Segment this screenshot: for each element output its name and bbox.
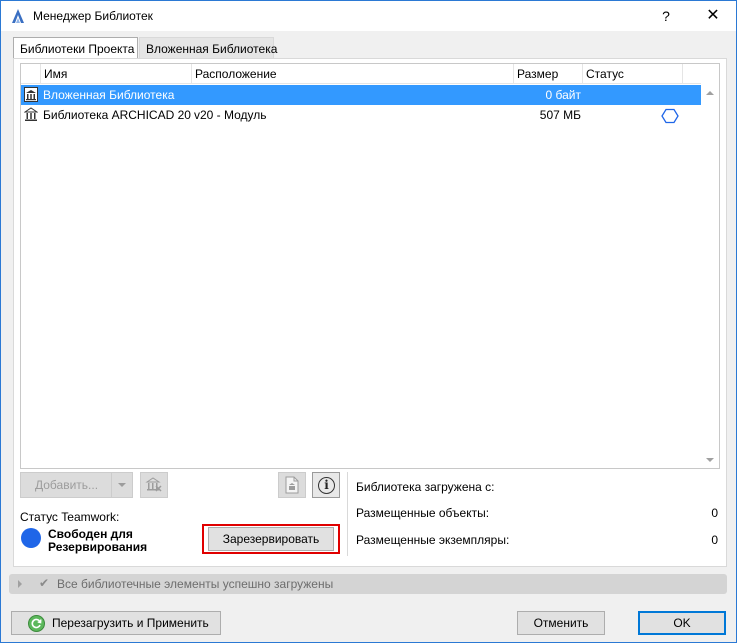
column-header-filler — [682, 64, 701, 84]
teamwork-status-text: Свободен для Резервирования — [48, 527, 148, 554]
remove-library-icon — [145, 477, 162, 492]
load-status-bar[interactable]: ✔ Все библиотечные элементы успешно загр… — [9, 574, 727, 594]
list-header: Имя Расположение Размер Статус — [21, 64, 701, 84]
library-row[interactable]: Библиотека ARCHICAD 20 v20 - Модуль 507 … — [21, 105, 701, 125]
info-icon: i — [318, 477, 335, 494]
expand-arrow-icon[interactable] — [18, 580, 22, 588]
library-building-icon — [24, 87, 38, 102]
title-bar: Менеджер Библиотек ? ✕ — [1, 1, 736, 31]
library-report-button[interactable] — [278, 472, 306, 498]
reload-icon — [28, 615, 45, 632]
tab-project-libraries[interactable]: Библиотеки Проекта — [13, 37, 138, 60]
scroll-up-icon[interactable] — [706, 91, 714, 95]
teamwork-status-indicator — [21, 528, 41, 548]
window-title: Менеджер Библиотек — [33, 9, 153, 23]
reserve-button[interactable]: Зарезервировать — [208, 527, 334, 551]
archicad-app-icon — [12, 9, 24, 23]
placed-instances-value: 0 — [711, 533, 718, 547]
hexagon-status-icon — [661, 108, 679, 124]
placed-instances-label: Размещенные экземпляры: — [356, 533, 510, 547]
library-list[interactable]: Имя Расположение Размер Статус Вложенная… — [20, 63, 720, 469]
chevron-down-icon — [118, 483, 126, 487]
column-header-status[interactable]: Статус — [582, 64, 682, 84]
reload-and-apply-button[interactable]: Перезагрузить и Применить — [11, 611, 221, 635]
library-report-icon — [285, 476, 299, 494]
library-location: v20 - Модуль — [194, 108, 267, 122]
add-library-dropdown[interactable] — [111, 472, 133, 498]
library-info-button[interactable]: i — [312, 472, 340, 498]
help-button[interactable]: ? — [643, 1, 689, 31]
column-header-name[interactable]: Имя — [40, 64, 191, 84]
reload-and-apply-label: Перезагрузить и Применить — [52, 616, 209, 630]
tab-embedded-library[interactable]: Вложенная Библиотека — [139, 37, 277, 59]
close-button[interactable]: ✕ — [690, 1, 736, 31]
remove-library-button[interactable] — [140, 472, 168, 498]
teamwork-status-label: Статус Teamwork: — [20, 510, 120, 524]
list-scrollbar[interactable] — [702, 85, 719, 468]
library-row[interactable]: Вложенная Библиотека 0 байт — [21, 85, 701, 105]
library-building-icon — [24, 107, 38, 121]
project-libraries-panel: Имя Расположение Размер Статус Вложенная… — [13, 58, 727, 567]
ok-button[interactable]: OK — [638, 611, 726, 635]
checkmark-icon: ✔ — [39, 576, 50, 590]
library-manager-window: Менеджер Библиотек ? ✕ Библиотеки Проект… — [0, 0, 737, 643]
cancel-button[interactable]: Отменить — [517, 611, 605, 635]
panel-divider — [347, 472, 348, 556]
library-name: Вложенная Библиотека — [43, 88, 175, 102]
scroll-down-icon[interactable] — [706, 458, 714, 462]
load-status-text: Все библиотечные элементы успешно загруж… — [57, 577, 334, 591]
placed-objects-value: 0 — [711, 506, 718, 520]
library-name: Библиотека ARCHICAD 20 — [43, 108, 191, 122]
library-size: 0 байт — [545, 88, 581, 102]
column-header-location[interactable]: Расположение — [191, 64, 513, 84]
library-size: 507 МБ — [539, 108, 581, 122]
loaded-from-label: Библиотека загружена с: — [356, 480, 495, 494]
placed-objects-label: Размещенные объекты: — [356, 506, 490, 520]
add-library-button[interactable]: Добавить... — [20, 472, 112, 498]
column-header-size[interactable]: Размер — [513, 64, 582, 84]
